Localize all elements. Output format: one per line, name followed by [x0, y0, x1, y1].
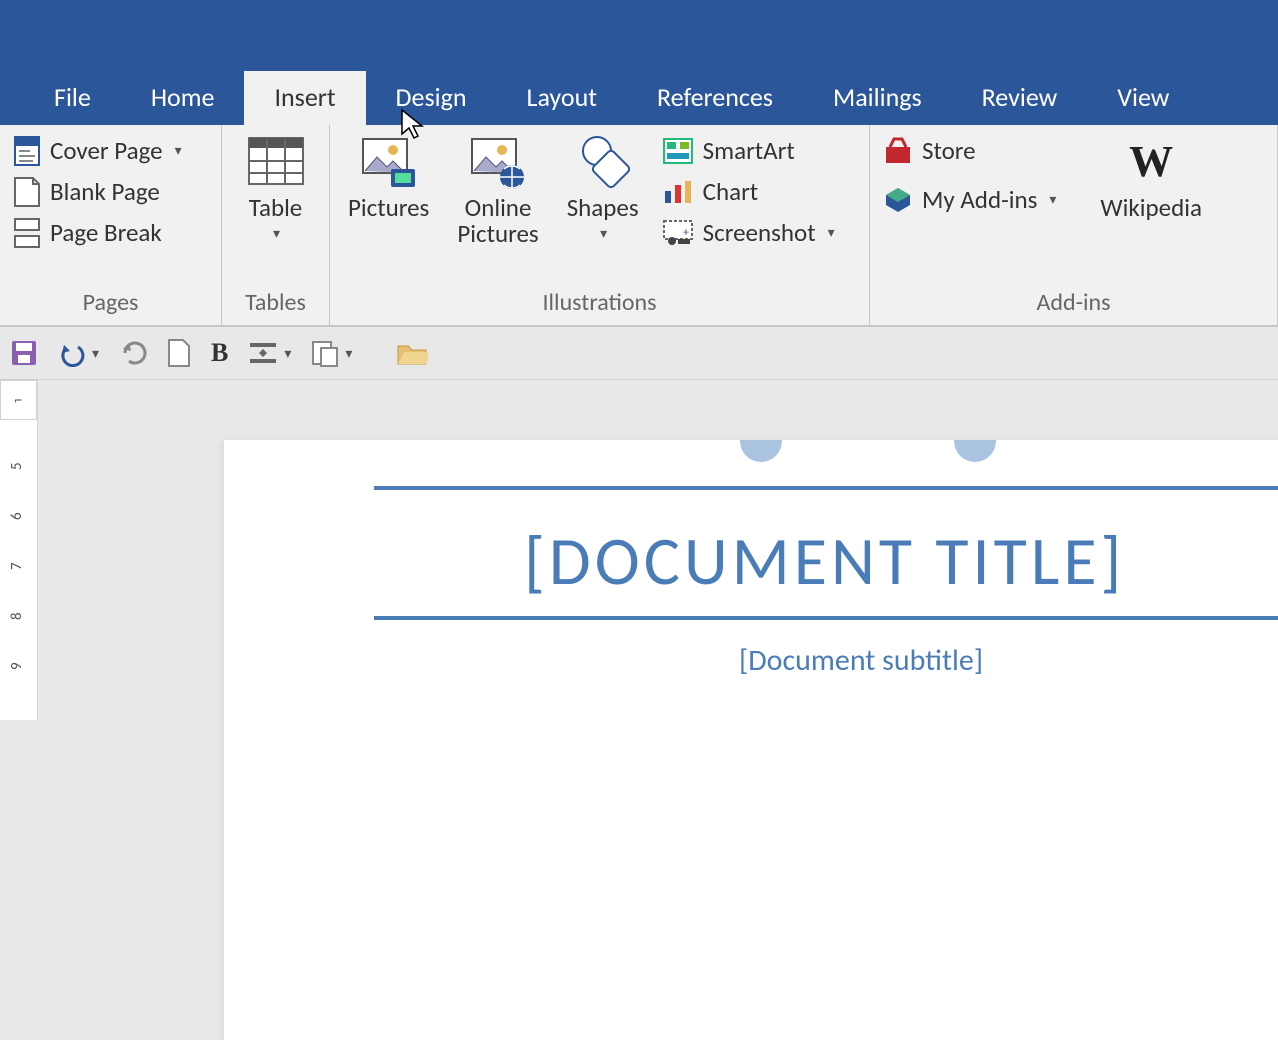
addins-icon: [884, 186, 912, 214]
document-title-placeholder[interactable]: [DOCUMENT TITLE]: [524, 520, 1125, 603]
redo-icon: [119, 339, 147, 367]
document-page[interactable]: [DOCUMENT TITLE] [Document subtitle]: [224, 440, 1278, 1040]
tab-layout[interactable]: Layout: [497, 71, 627, 125]
dropdown-icon: ▾: [175, 142, 182, 159]
dropdown-icon: ▾: [600, 225, 607, 242]
save-icon: [10, 339, 38, 367]
save-button[interactable]: [10, 339, 38, 367]
tab-insert[interactable]: Insert: [244, 71, 365, 125]
screenshot-button[interactable]: + Screenshot ▾: [659, 215, 839, 250]
wikipedia-label: Wikipedia: [1100, 195, 1202, 221]
title-bar: [0, 0, 1278, 70]
svg-text:+: +: [683, 226, 689, 240]
chart-icon: [663, 179, 693, 205]
wikipedia-button[interactable]: W Wikipedia: [1092, 133, 1210, 221]
blank-page-label: Blank Page: [50, 176, 160, 207]
pictures-icon: [359, 133, 419, 189]
bold-button[interactable]: B: [211, 338, 228, 368]
online-pictures-icon: [468, 133, 528, 189]
open-button[interactable]: [396, 340, 428, 366]
document-area[interactable]: [DOCUMENT TITLE] [Document subtitle]: [38, 380, 1278, 720]
smartart-button[interactable]: SmartArt: [659, 133, 839, 168]
undo-icon: [58, 339, 86, 367]
blank-page-button[interactable]: Blank Page: [10, 174, 186, 209]
online-pictures-label: OnlinePictures: [457, 195, 538, 248]
dropdown-icon: ▾: [284, 345, 291, 362]
store-icon: [884, 137, 912, 165]
paste-button[interactable]: ▾: [311, 338, 352, 368]
spacing-icon: [248, 339, 278, 367]
page-break-icon: [14, 218, 40, 248]
blank-page-icon: [14, 177, 40, 207]
ruler-corner: ⌐: [0, 380, 37, 420]
folder-icon: [396, 340, 428, 366]
ruler-vertical-area: ⌐ 5 6 7 8 9: [0, 380, 38, 720]
quick-access-toolbar: ▾ B ▾ ▾: [0, 327, 1278, 380]
undo-button[interactable]: ▾: [58, 339, 99, 367]
store-button[interactable]: Store: [880, 133, 1060, 168]
vertical-ruler[interactable]: 5 6 7 8 9: [0, 420, 37, 720]
tab-review[interactable]: Review: [952, 71, 1088, 125]
decorative-quote-icon: [954, 440, 996, 462]
tab-references[interactable]: References: [627, 71, 803, 125]
new-doc-button[interactable]: [167, 338, 191, 368]
cover-page-label: Cover Page: [50, 135, 163, 166]
title-rule-top: [374, 486, 1278, 490]
screenshot-icon: +: [663, 220, 693, 246]
pages-group-label: Pages: [10, 286, 211, 321]
chart-label: Chart: [703, 176, 759, 207]
pictures-button[interactable]: Pictures: [340, 133, 437, 221]
tab-mailings[interactable]: Mailings: [803, 71, 952, 125]
online-pictures-button[interactable]: OnlinePictures: [449, 133, 546, 248]
tables-group-label: Tables: [232, 286, 319, 321]
chart-button[interactable]: Chart: [659, 174, 839, 209]
tab-file[interactable]: File: [24, 71, 121, 125]
illustrations-group-label: Illustrations: [340, 286, 859, 321]
shapes-icon: [573, 133, 633, 189]
title-rule-bottom: [374, 616, 1278, 620]
cover-page-button[interactable]: Cover Page ▾: [10, 133, 186, 168]
ribbon: Cover Page ▾ Blank Page Page Break Pages: [0, 125, 1278, 327]
dropdown-icon: ▾: [273, 225, 280, 242]
pictures-label: Pictures: [348, 195, 429, 221]
table-button[interactable]: Table ▾: [238, 133, 314, 242]
store-label: Store: [922, 135, 976, 166]
addins-group-label: Add-ins: [880, 286, 1267, 321]
dropdown-icon: ▾: [92, 345, 99, 362]
ribbon-tabs: File Home Insert Design Layout Reference…: [0, 70, 1278, 125]
smartart-label: SmartArt: [703, 135, 795, 166]
smartart-icon: [663, 138, 693, 164]
tab-home[interactable]: Home: [121, 71, 245, 125]
shapes-label: Shapes: [567, 195, 639, 221]
redo-button[interactable]: [119, 339, 147, 367]
table-label: Table: [249, 195, 303, 221]
dropdown-icon: ▾: [828, 224, 835, 241]
tab-design[interactable]: Design: [366, 71, 497, 125]
wikipedia-icon: W: [1121, 133, 1181, 189]
page-break-label: Page Break: [50, 217, 162, 248]
table-icon: [246, 133, 306, 189]
dropdown-icon: ▾: [1049, 191, 1056, 208]
my-addins-label: My Add-ins: [922, 184, 1037, 215]
spacing-button[interactable]: ▾: [248, 339, 291, 367]
cover-page-icon: [14, 136, 40, 166]
dropdown-icon: ▾: [345, 345, 352, 362]
shapes-button[interactable]: Shapes ▾: [559, 133, 647, 242]
new-doc-icon: [167, 338, 191, 368]
my-addins-button[interactable]: My Add-ins ▾: [880, 182, 1060, 217]
paste-icon: [311, 338, 339, 368]
page-break-button[interactable]: Page Break: [10, 215, 186, 250]
tab-view[interactable]: View: [1087, 71, 1199, 125]
screenshot-label: Screenshot: [703, 217, 816, 248]
decorative-quote-icon: [740, 440, 782, 462]
document-subtitle-placeholder[interactable]: [Document subtitle]: [739, 642, 983, 679]
